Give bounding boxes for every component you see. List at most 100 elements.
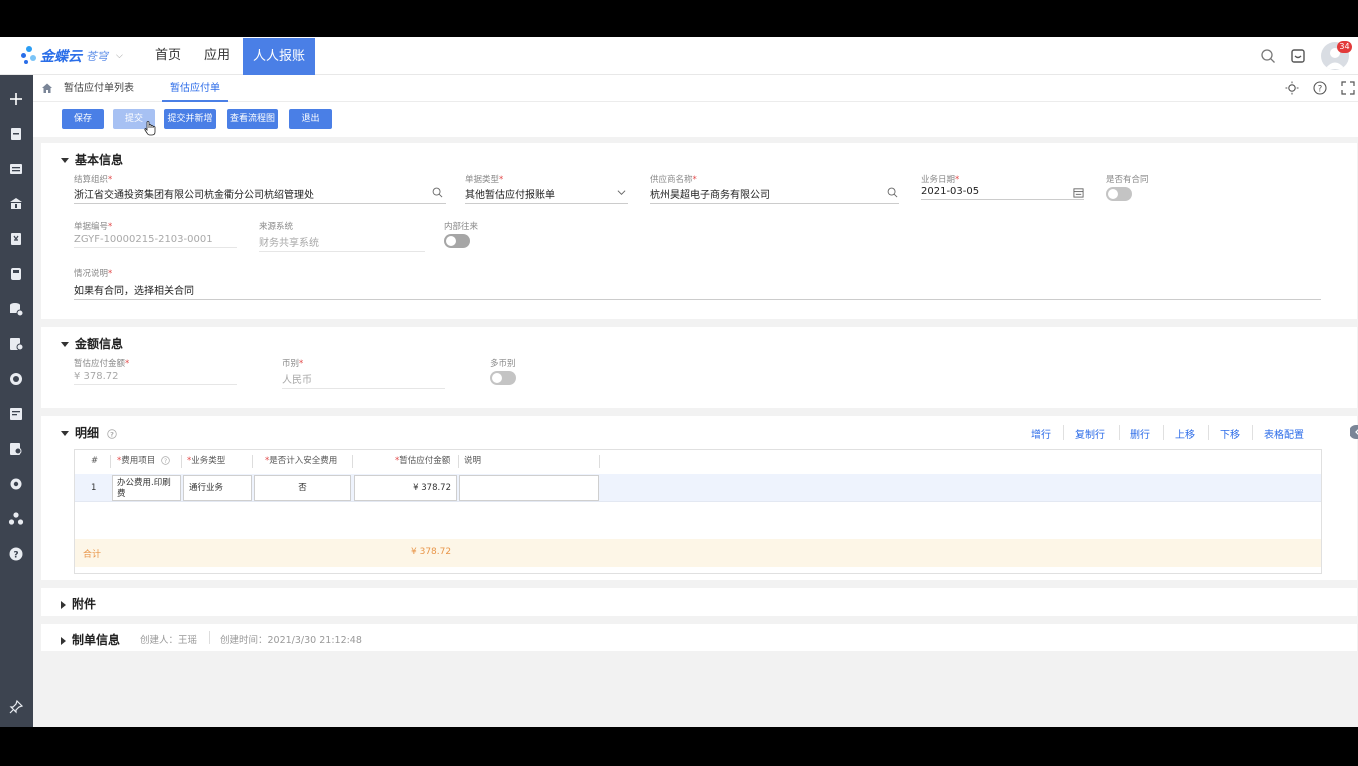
divider (1208, 425, 1209, 440)
basic-info-header[interactable]: 基本信息 (61, 151, 123, 168)
home-icon[interactable] (41, 82, 53, 94)
breadcrumb: 暂估应付单列表 暂估应付单 ? (33, 75, 1358, 102)
nav-apps[interactable]: 应用 (204, 37, 230, 74)
svg-text:?: ? (110, 430, 114, 438)
calculator-icon[interactable] (8, 266, 24, 282)
collapse-icon (61, 158, 69, 163)
nav-home[interactable]: 首页 (155, 37, 181, 74)
logo-text: 金蝶云 (40, 49, 82, 65)
table-config-button[interactable]: 表格配置 (1264, 426, 1304, 441)
view-flow-button[interactable]: 查看流程图 (227, 109, 278, 129)
submit-and-new-button[interactable]: 提交并新增 (164, 109, 216, 129)
chevron-down-icon[interactable] (617, 188, 626, 197)
organization-icon[interactable] (8, 511, 24, 527)
desc-field[interactable]: 如果有合同，选择相关合同 (74, 282, 1321, 300)
invoice-icon[interactable] (8, 406, 24, 422)
add-icon[interactable] (8, 91, 24, 107)
divider (458, 455, 459, 468)
expand-icon (61, 636, 66, 645)
copy-row-button[interactable]: 复制行 (1075, 426, 1105, 441)
doc-type-label: 单据类型 (465, 175, 500, 185)
bank-icon[interactable] (8, 196, 24, 212)
detail-section: 明细 ? 增行 复制行 删行 上移 下移 表格配置 # *费用项目 ? *业务类… (41, 416, 1358, 580)
gear-icon[interactable] (8, 476, 24, 492)
has-contract-toggle[interactable] (1106, 187, 1132, 201)
currency-field: 人民币 (282, 371, 445, 389)
attachment-title: 附件 (72, 597, 97, 611)
collapse-icon (61, 342, 69, 347)
supplier-field[interactable]: 杭州昊超电子商务有限公司 (650, 186, 899, 204)
help-icon[interactable]: ? (8, 546, 24, 562)
add-row-button[interactable]: 增行 (1031, 426, 1051, 441)
detail-title: 明细 (75, 426, 100, 440)
database-icon[interactable] (8, 301, 24, 317)
creator-header[interactable]: 制单信息 (61, 631, 120, 648)
report-icon[interactable] (8, 336, 24, 352)
has-contract-label: 是否有合同 (1106, 175, 1149, 185)
search-document-icon[interactable] (8, 441, 24, 457)
total-label: 合计 (83, 550, 102, 560)
doc-type-select[interactable]: 其他暂估应付报账单 (465, 186, 628, 204)
biz-date-label: 业务日期 (921, 175, 956, 185)
search-icon[interactable] (887, 187, 898, 198)
fullscreen-icon[interactable] (1341, 81, 1355, 95)
left-sidebar: ? (0, 75, 33, 727)
total-row: 合计 ¥ 378.72 (75, 539, 1321, 567)
bulb-icon[interactable] (1285, 81, 1299, 95)
col-expense-item: 费用项目 (121, 456, 156, 466)
save-button[interactable]: 保存 (62, 109, 104, 129)
multi-currency-toggle[interactable] (490, 371, 516, 385)
help-circle-icon[interactable]: ? (107, 428, 117, 439)
app-window: 金蝶云 苍穹 ⌵ 首页 应用 人人报账 34 ? 暂估应付单列表 暂估应付单 ?… (0, 37, 1358, 727)
expense-item-cell[interactable]: 办公费用.印刷费 (112, 475, 181, 501)
list-icon[interactable] (8, 161, 24, 177)
calendar-icon[interactable] (1073, 187, 1084, 198)
biz-type-cell[interactable]: 通行业务 (183, 475, 252, 501)
voucher-icon[interactable] (8, 231, 24, 247)
document-icon[interactable] (8, 126, 24, 142)
safety-fee-cell[interactable]: 否 (254, 475, 351, 501)
logo[interactable]: 金蝶云 苍穹 ⌵ (20, 45, 123, 67)
pin-icon[interactable] (8, 699, 24, 715)
note-cell[interactable] (459, 475, 599, 501)
move-up-button[interactable]: 上移 (1175, 426, 1195, 441)
delete-row-button[interactable]: 删行 (1130, 426, 1150, 441)
amount-info-section: 金额信息 暂估应付金额* ¥ 378.72 币别* 人民币 多币别 (41, 327, 1357, 408)
top-bar: 金蝶云 苍穹 ⌵ 首页 应用 人人报账 34 (0, 37, 1358, 75)
help-circle-icon[interactable]: ? (161, 456, 170, 465)
nav-expense[interactable]: 人人报账 (243, 38, 316, 75)
detail-header[interactable]: 明细 ? (61, 424, 117, 441)
tab-estimate-list[interactable]: 暂估应付单列表 (64, 75, 134, 102)
search-icon[interactable] (1260, 48, 1276, 64)
attachment-header[interactable]: 附件 (61, 595, 96, 612)
basic-info-section: 基本信息 结算组织* 浙江省交通投资集团有限公司杭金衢分公司杭绍管理处 单据类型… (41, 143, 1357, 319)
doc-no-field: ZGYF-10000215-2103-0001 (74, 234, 237, 248)
chevron-down-icon[interactable]: ⌵ (116, 51, 123, 61)
message-icon[interactable] (1290, 48, 1306, 64)
amount-info-header[interactable]: 金额信息 (61, 335, 123, 352)
search-icon[interactable] (432, 187, 443, 198)
help-circle-icon[interactable]: ? (1313, 81, 1327, 95)
toolbar: 保存 提交 提交并新增 查看流程图 退出 (33, 102, 1358, 137)
collapse-icon (61, 431, 69, 436)
desc-label: 情况说明 (74, 269, 109, 279)
divider (1252, 425, 1253, 440)
divider (352, 455, 353, 468)
internal-label: 内部往来 (444, 222, 479, 232)
source-field: 财务共享系统 (259, 234, 425, 252)
amount-label: 暂估应付金额 (74, 359, 126, 369)
settle-org-field[interactable]: 浙江省交通投资集团有限公司杭金衢分公司杭绍管理处 (74, 186, 446, 204)
exit-button[interactable]: 退出 (289, 109, 332, 129)
amount-cell[interactable]: ¥ 378.72 (354, 475, 457, 501)
amount-info-title: 金额信息 (75, 337, 124, 351)
tab-estimate-doc[interactable]: 暂估应付单 (162, 75, 228, 102)
biz-date-field[interactable]: 2021-03-05 (921, 186, 1084, 200)
row-index: 1 (91, 483, 97, 493)
multi-currency-label: 多币别 (490, 359, 516, 369)
circle-icon[interactable] (8, 371, 24, 387)
supplier-label: 供应商名称 (650, 175, 693, 185)
creator-title: 制单信息 (72, 633, 121, 647)
table-row[interactable]: 1 办公费用.印刷费 通行业务 否 ¥ 378.72 (75, 474, 1321, 502)
collapse-panel-icon[interactable] (1350, 425, 1358, 439)
move-down-button[interactable]: 下移 (1220, 426, 1240, 441)
